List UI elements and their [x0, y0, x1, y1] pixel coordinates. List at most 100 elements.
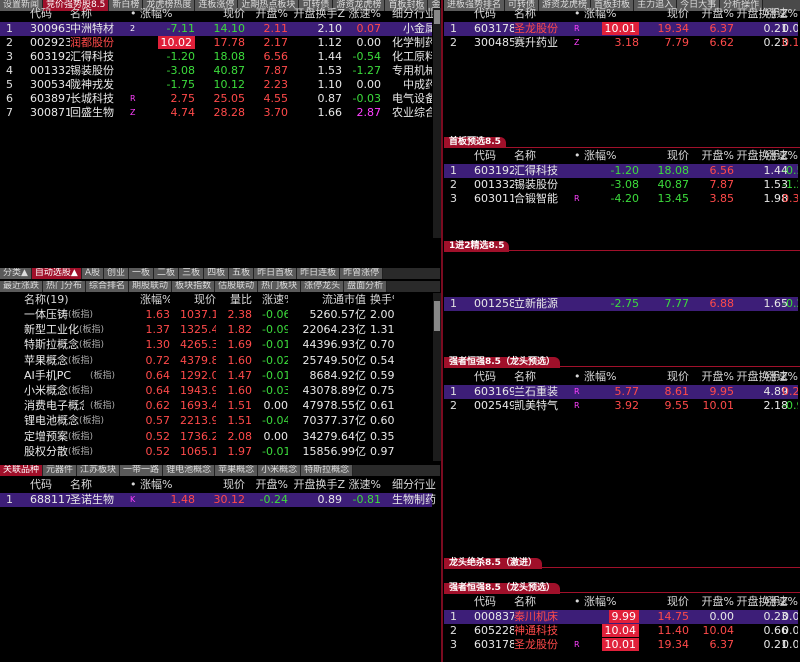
column-header[interactable]: 换手%	[370, 293, 394, 307]
tab-mid_tabs_1-8[interactable]: 五板	[229, 268, 255, 279]
sector-row[interactable]: 定增预案(板指)0.521736.292.080.0034279.64亿0.35	[0, 430, 432, 444]
stock-row[interactable]: 7 300871 回盛生物 Z 4.74 28.28 3.70 1.66 2.87 农业综合	[0, 106, 432, 120]
sector-row[interactable]: 消费电子概念 (板指) 0.62 1693.40 1.51 0.00 47978.55亿0.…	[0, 399, 432, 413]
column-header[interactable]: 现价	[640, 149, 689, 163]
column-header[interactable]: 流通市值	[300, 293, 366, 307]
r5-title[interactable]: 龙头绝杀8.5（激进）	[444, 558, 542, 569]
r6-title[interactable]: 强者恒强8.5（龙头预选）	[444, 583, 560, 594]
tab-mid_tabs_2-0[interactable]: 最近涨跌	[0, 281, 44, 292]
stock-row[interactable]: 1 603169兰石重装 R 5.77 8.61 9.95 4.890.23	[444, 385, 798, 399]
r4-title[interactable]: 强者恒强8.5（龙头预选）	[444, 357, 560, 368]
sector-row[interactable]: 特斯拉概念(板指) 1.30 4265.37 1.69 -0.01 44396.93亿0.…	[0, 338, 432, 352]
column-header[interactable]: 代码	[474, 595, 514, 609]
column-header[interactable]: 涨幅%	[584, 370, 626, 384]
tab-mid_tabs_2-4[interactable]: 板块指数	[172, 281, 216, 292]
tab-lower_tabs-0[interactable]: 关联品种	[0, 465, 44, 476]
left-top-scrollbar[interactable]	[433, 8, 441, 238]
column-header[interactable]: 现价	[200, 478, 245, 492]
sector-row[interactable]: 锂电池概念(板指) 0.57 2213.95 1.51 -0.04 70377.37亿0.…	[0, 414, 432, 428]
stock-row[interactable]: 4 001332 锡装股份 -3.08 40.87 7.87 1.53 -1.27 专用机械	[0, 64, 432, 78]
tab-lower_tabs-3[interactable]: 一带一路	[120, 465, 164, 476]
tab-lower_tabs-6[interactable]: 小米概念	[258, 465, 302, 476]
stock-row[interactable]: 2 300485赛升药业 Z 3.18 7.79 6.62 0.230.13	[444, 36, 798, 50]
sector-row[interactable]: 新型工业化(板指) 1.37 1325.49 1.82 -0.09 22064.23亿1.…	[0, 323, 432, 337]
column-header[interactable]: 名称	[514, 595, 574, 609]
stock-row[interactable]: 2 605228神通科技 10.04 11.40 10.04 0.660.00	[444, 624, 798, 638]
column-header[interactable]: 现价	[180, 293, 216, 307]
stock-row[interactable]: 3 603178圣龙股份 R 10.01 19.34 6.37 0.210.00	[444, 638, 798, 652]
tab-mid_tabs_1-9[interactable]: 昨日首板	[254, 268, 298, 279]
column-header[interactable]: 代码	[474, 7, 514, 21]
sector-row[interactable]: 小米概念(板指)0.641943.971.60-0.0343078.89亿0.7…	[0, 384, 432, 398]
column-header[interactable]: 涨幅%	[140, 478, 182, 492]
column-header[interactable]: 现价	[640, 7, 689, 21]
column-header[interactable]: •	[574, 7, 584, 21]
stock-row[interactable]: 1 688117 圣诺生物 K 1.48 30.12 -0.24 0.89 -0.81 生物制药	[0, 493, 436, 507]
column-header[interactable]: 代码	[30, 7, 70, 21]
column-header[interactable]: 开盘换手Z	[265, 7, 345, 21]
tab-lower_tabs-7[interactable]: 特斯拉概念	[301, 465, 354, 476]
column-header[interactable]: 涨速%	[744, 149, 798, 163]
sector-row[interactable]: 一体压铸(板指)1.631037.132.38-0.065260.57亿2.00	[0, 308, 432, 322]
column-header[interactable]: 涨幅%	[584, 595, 626, 609]
column-header[interactable]: 涨速%	[744, 595, 798, 609]
column-header[interactable]: 量比	[222, 293, 252, 307]
stock-row[interactable]: 1 001258立新能源 -2.75 7.77 6.88 1.65-0.25	[444, 297, 798, 311]
column-header[interactable]: 现价	[640, 370, 689, 384]
column-header[interactable]: 名称	[514, 370, 574, 384]
tab-mid_tabs_1-11[interactable]: 昨曾涨停	[340, 268, 384, 279]
stock-row[interactable]: 2 001332锡装股份 -3.08 40.87 7.87 1.53-1.27	[444, 178, 798, 192]
stock-row[interactable]: 5 300534 陇神戎发 -1.75 10.12 2.23 1.10 0.00 中成药	[0, 78, 432, 92]
column-header[interactable]: 涨幅%	[140, 7, 182, 21]
tab-mid_tabs_1-0[interactable]: 分类▲	[0, 268, 32, 279]
column-header[interactable]: •	[130, 478, 140, 492]
tab-mid_tabs_1-5[interactable]: 二板	[154, 268, 180, 279]
tab-mid_tabs_2-3[interactable]: 期股联动	[129, 281, 173, 292]
tab-mid_tabs_1-6[interactable]: 三板	[179, 268, 205, 279]
column-header[interactable]: •	[574, 595, 584, 609]
sector-scrollbar[interactable]	[433, 293, 441, 461]
tab-mid_tabs_1-3[interactable]: 创业	[104, 268, 130, 279]
tab-mid_tabs_2-2[interactable]: 综合排名	[86, 281, 130, 292]
stock-row[interactable]: 1 300963 中洲特材 2 -7.11 14.10 2.11 2.10 0.07 小金属	[0, 22, 432, 36]
tab-mid_tabs_2-7[interactable]: 涨停龙头	[301, 281, 345, 292]
r3-title[interactable]: 1进2精选8.5	[444, 241, 510, 252]
stock-row[interactable]: 3 603011合锻智能 R -4.20 13.45 3.85 1.980.30	[444, 192, 798, 206]
tab-mid_tabs_2-8[interactable]: 盘面分析	[344, 281, 388, 292]
column-header[interactable]: 涨速%	[262, 293, 288, 307]
column-header[interactable]: 涨速%	[744, 370, 798, 384]
stock-row[interactable]: 3 603192 汇得科技 -1.20 18.08 6.56 1.44 -0.54 化工原料	[0, 50, 432, 64]
column-header[interactable]: 涨速%	[744, 7, 798, 21]
stock-row[interactable]: 2 002549凯美特气 R 3.92 9.55 10.01 2.18-0.92	[444, 399, 798, 413]
stock-row[interactable]: 1 603192汇得科技 -1.20 18.08 6.56 1.44-0.54	[444, 164, 798, 178]
sector-row[interactable]: 苹果概念(板指)0.724379.801.60-0.0225749.50亿0.5…	[0, 354, 432, 368]
column-header[interactable]: 现价	[200, 7, 245, 21]
sector-row[interactable]: 股权分散(板指)0.521065.101.97-0.0115856.99亿0.9…	[0, 445, 432, 459]
column-header[interactable]: 名称	[70, 478, 130, 492]
tab-mid_tabs_1-10[interactable]: 昨日连板	[297, 268, 341, 279]
tab-mid_tabs_1-2[interactable]: A股	[81, 268, 105, 279]
column-header[interactable]: •	[574, 149, 584, 163]
column-header[interactable]: 涨幅%	[584, 7, 626, 21]
stock-row[interactable]: 2 002923 润都股份 10.02 17.78 2.17 1.12 0.00 化学制药	[0, 36, 432, 50]
column-header[interactable]: 代码	[474, 370, 514, 384]
column-header[interactable]: 名称	[70, 7, 130, 21]
tab-lower_tabs-5[interactable]: 苹果概念	[215, 465, 259, 476]
tab-mid_tabs_1-1[interactable]: 自动选股▲	[31, 268, 82, 279]
column-header[interactable]: 代码	[474, 149, 514, 163]
tab-lower_tabs-4[interactable]: 锂电池概念	[163, 465, 216, 476]
column-header[interactable]: 涨幅%↓	[140, 293, 170, 307]
tab-mid_tabs_2-5[interactable]: 估股联动	[215, 281, 259, 292]
column-header[interactable]: 代码	[30, 478, 70, 492]
column-header[interactable]: 细分行业	[356, 478, 436, 492]
stock-row[interactable]: 1 603178圣龙股份 R 10.01 19.34 6.37 0.210.00	[444, 22, 798, 36]
tab-lower_tabs-2[interactable]: 江苏板块	[77, 465, 121, 476]
r2-title[interactable]: 首板预选8.5	[444, 137, 506, 148]
column-header[interactable]: 名称	[514, 7, 574, 21]
stock-row[interactable]: 1000837秦川机床9.9914.750.000.230.00	[444, 610, 798, 624]
column-header[interactable]: 涨幅%	[584, 149, 626, 163]
column-header[interactable]: 细分行业	[356, 7, 436, 21]
stock-row[interactable]: 6 603897 长城科技 R 2.75 25.05 4.55 0.87 -0.03 电气设备	[0, 92, 432, 106]
column-header[interactable]: 现价	[640, 595, 689, 609]
column-header[interactable]: 名称(19)	[24, 293, 140, 307]
